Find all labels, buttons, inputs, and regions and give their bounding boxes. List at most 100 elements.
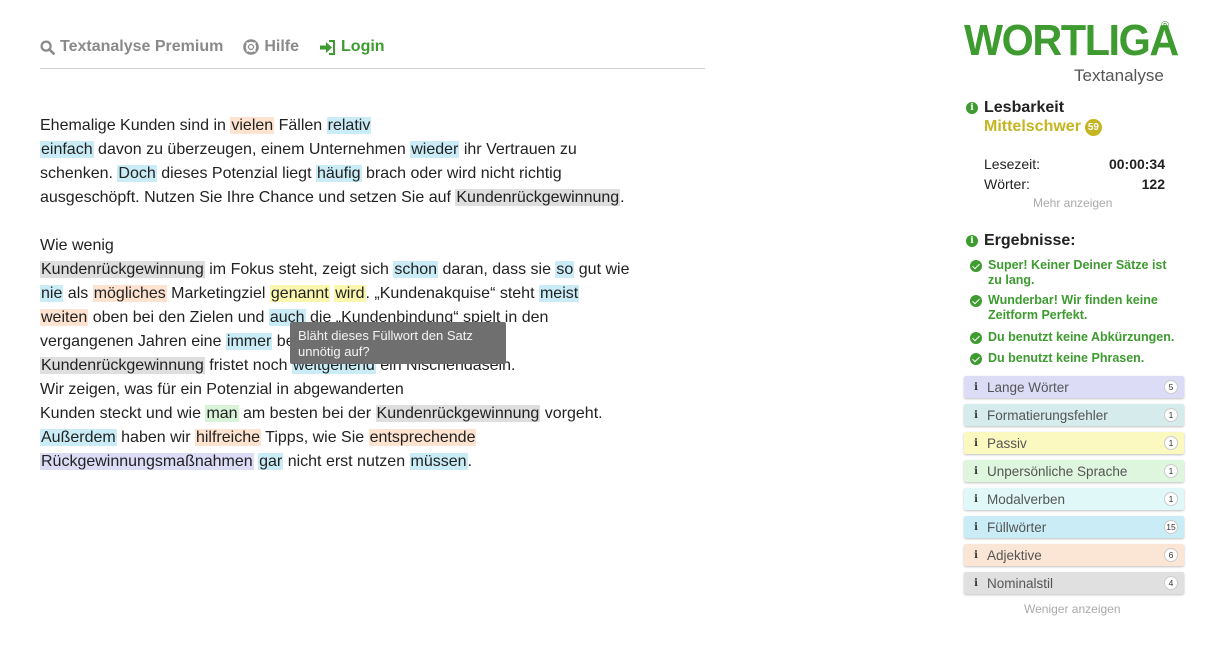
info-icon[interactable]: i [966, 235, 978, 247]
highlighted-word[interactable]: man [205, 405, 239, 422]
ergebnisse-heading-label: Ergebnisse: [984, 232, 1076, 249]
highlighted-word[interactable]: vielen [230, 117, 275, 134]
category-label: Passiv [987, 435, 1027, 451]
category-count: 1 [1164, 492, 1178, 506]
category-label: Unpersönliche Sprache [987, 463, 1128, 479]
highlighted-word[interactable]: wird [334, 285, 366, 302]
tooltip: Bläht dieses Füllwort den Satz unnötig a… [290, 322, 506, 364]
category-passiv[interactable]: i Passiv 1 [964, 432, 1184, 454]
category-formatierungsfehler[interactable]: i Formatierungsfehler 1 [964, 404, 1184, 426]
check-circle-icon [970, 332, 982, 344]
category-label: Füllwörter [987, 519, 1047, 535]
check-circle-icon [970, 260, 982, 272]
info-icon[interactable]: i [966, 102, 978, 114]
result-item: Wunderbar! Wir finden keine Zeitform Per… [970, 293, 1180, 323]
info-icon: i [974, 577, 978, 589]
logo-registered-mark: ® [1161, 20, 1170, 32]
highlighted-word[interactable]: häufig [315, 165, 362, 182]
nav-textanalyse-premium[interactable]: Textanalyse Premium [40, 38, 223, 56]
category-count: 4 [1164, 576, 1178, 590]
logo-wordmark: WORTLIGA [964, 16, 1179, 65]
highlighted-word[interactable]: mögliches [92, 285, 167, 302]
lesbarkeit-heading: i Lesbarkeit [966, 99, 1064, 117]
category-modalverben[interactable]: i Modalverben 1 [964, 488, 1184, 510]
sign-in-icon [320, 39, 336, 55]
result-text: Super! Keiner Deiner Sätze ist zu lang. [988, 258, 1167, 287]
ergebnisse-heading: i Ergebnisse: [966, 232, 1076, 250]
highlighted-word[interactable]: Kundenrückgewinnung [40, 261, 205, 278]
info-icon: i [974, 381, 978, 393]
result-item: Du benutzt keine Phrasen. [970, 351, 1180, 366]
highlighted-word[interactable]: Außerdem [40, 429, 117, 446]
weniger-anzeigen-link[interactable]: Weniger anzeigen [1024, 602, 1121, 616]
highlighted-word[interactable]: Rückgewinnungsmaßnahmen [40, 453, 254, 470]
result-text: Wunderbar! Wir finden keine Zeitform Per… [988, 293, 1158, 322]
category-label: Modalverben [987, 491, 1066, 507]
readability-level-label: Mittelschwer [984, 118, 1081, 135]
highlighted-word[interactable]: relativ [326, 117, 372, 134]
info-icon: i [974, 465, 978, 477]
nav-login[interactable]: Login [319, 38, 385, 56]
highlighted-word[interactable]: Doch [117, 165, 157, 182]
highlighted-word[interactable]: schon [393, 261, 439, 278]
highlighted-word[interactable]: so [555, 261, 575, 278]
mehr-anzeigen-link[interactable]: Mehr anzeigen [1033, 196, 1112, 210]
highlighted-word[interactable]: entsprechende [368, 429, 477, 446]
category-label: Adjektive [987, 547, 1042, 563]
result-text: Du benutzt keine Abkürzungen. [988, 330, 1175, 344]
category-lange-woerter[interactable]: i Lange Wörter 5 [964, 376, 1184, 398]
lesezeit-label: Lesezeit: [984, 156, 1041, 172]
nav-hilfe[interactable]: Hilfe [243, 38, 299, 56]
info-icon: i [974, 549, 978, 561]
lesezeit-row: Lesezeit: 00:00:34 [984, 156, 1165, 172]
readability-level: Mittelschwer 59 [984, 118, 1102, 136]
highlighted-word[interactable]: einfach [40, 141, 94, 158]
logo-subtitle: Textanalyse [1074, 66, 1164, 85]
nav-login-label: Login [341, 38, 385, 55]
highlighted-word[interactable]: Kundenrückgewinnung [455, 189, 621, 206]
highlighted-word[interactable]: weiten [40, 309, 89, 326]
check-circle-icon [970, 295, 982, 307]
category-count: 15 [1164, 520, 1178, 534]
highlighted-word[interactable]: müssen [409, 453, 468, 470]
highlighted-word[interactable]: meist [538, 285, 580, 302]
info-icon: i [974, 437, 978, 449]
lesbarkeit-heading-label: Lesbarkeit [984, 99, 1065, 116]
highlighted-word[interactable]: Kundenrückgewinnung [375, 405, 541, 422]
search-icon [40, 39, 55, 55]
readability-score-badge: 59 [1084, 118, 1102, 136]
woerter-value: 122 [1141, 176, 1165, 192]
highlighted-word[interactable]: immer [225, 333, 273, 350]
category-nominalstil[interactable]: i Nominalstil 4 [964, 572, 1184, 594]
info-icon: i [974, 521, 978, 533]
result-item: Super! Keiner Deiner Sätze ist zu lang. [970, 258, 1180, 288]
result-text: Du benutzt keine Phrasen. [988, 351, 1145, 365]
highlighted-word[interactable]: nie [40, 285, 64, 302]
woerter-label: Wörter: [984, 176, 1030, 192]
wortliga-logo: WORTLIGA ® Textanalyse [964, 18, 1179, 86]
editor-paragraph-1: Ehemalige Kunden sind in vielen Fällen r… [40, 117, 625, 206]
highlighted-word[interactable]: hilfreiche [194, 429, 261, 446]
category-count: 1 [1164, 464, 1178, 478]
highlighted-word[interactable]: genannt [269, 285, 330, 302]
highlighted-word[interactable]: gar [258, 453, 284, 470]
check-circle-icon [970, 353, 982, 365]
nav-hilfe-label: Hilfe [264, 38, 300, 55]
info-icon: i [974, 409, 978, 421]
category-count: 1 [1164, 408, 1178, 422]
highlighted-word[interactable]: wieder [410, 141, 460, 158]
category-fuellwoerter[interactable]: i Füllwörter 15 [964, 516, 1184, 538]
lifebuoy-icon [243, 39, 260, 55]
top-navigation: Textanalyse Premium Hilfe Login [40, 38, 705, 69]
category-label: Nominalstil [987, 575, 1054, 591]
category-unpersoenliche-sprache[interactable]: i Unpersönliche Sprache 1 [964, 460, 1184, 482]
nav-textanalyse-label: Textanalyse Premium [60, 38, 224, 55]
category-count: 5 [1164, 380, 1178, 394]
text-editor[interactable]: Ehemalige Kunden sind in vielen Fällen r… [40, 114, 660, 498]
category-count: 1 [1164, 436, 1178, 450]
woerter-row: Wörter: 122 [984, 176, 1165, 192]
highlighted-word[interactable]: Kundenrückgewinnung [40, 357, 205, 374]
category-count: 6 [1164, 548, 1178, 562]
category-adjektive[interactable]: i Adjektive 6 [964, 544, 1184, 566]
result-item: Du benutzt keine Abkürzungen. [970, 330, 1180, 345]
